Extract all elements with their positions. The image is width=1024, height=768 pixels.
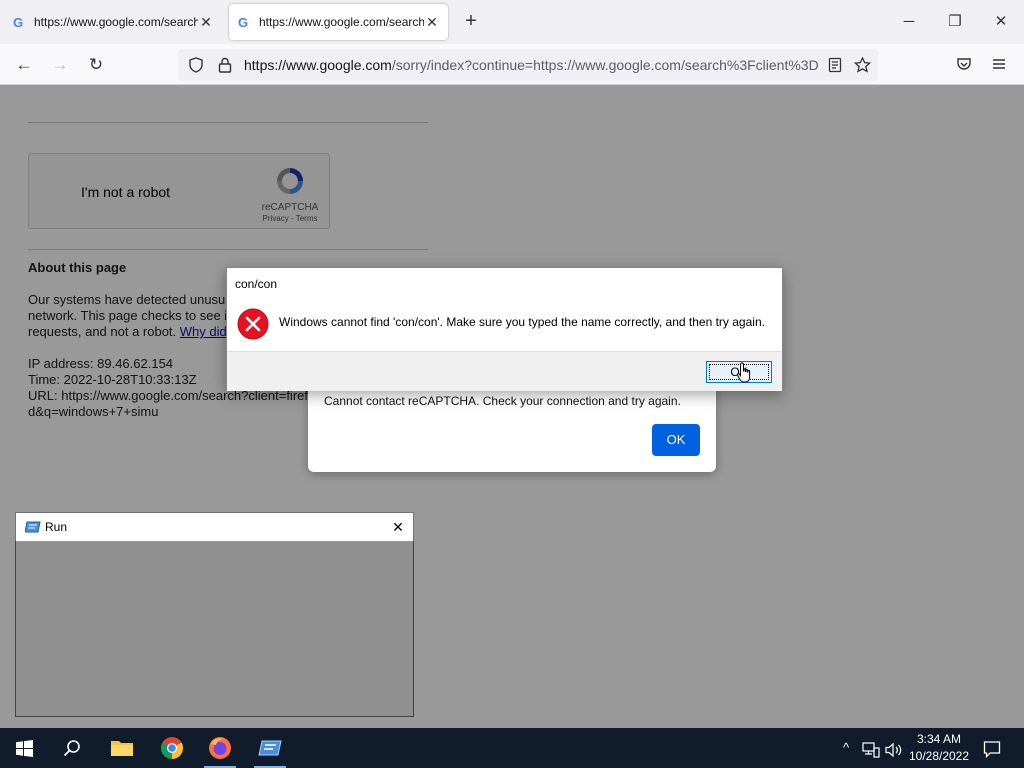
search-icon <box>63 740 80 757</box>
taskbar-firefox[interactable] <box>196 728 244 768</box>
error-dialog-footer: OK <box>227 351 782 391</box>
taskbar-run[interactable] <box>246 728 294 768</box>
recaptcha-ok-button[interactable]: OK <box>652 424 700 456</box>
recaptcha-alert-message: Cannot contact reCAPTCHA. Check your con… <box>324 394 681 408</box>
taskbar-clock[interactable]: 3:34 AM 10/28/2022 <box>900 731 978 765</box>
google-icon: G <box>13 15 23 29</box>
shield-icon[interactable] <box>188 57 204 73</box>
start-button[interactable] <box>0 728 48 768</box>
close-window-button[interactable]: ✕ <box>986 8 1016 36</box>
tab-title: https://www.google.com/search?client=fir… <box>34 15 198 29</box>
chrome-icon <box>161 737 183 759</box>
mouse-cursor-icon <box>736 362 751 383</box>
search-button[interactable] <box>48 728 96 768</box>
svg-text:G: G <box>13 15 23 29</box>
tab-title: https://www.google.com/search?client=fir… <box>259 15 424 29</box>
run-app-icon <box>258 740 282 756</box>
url-text[interactable]: https://www.google.com/sorry/index?conti… <box>244 57 818 73</box>
tab-close-icon[interactable]: ✕ <box>424 14 440 31</box>
folder-icon <box>111 741 133 756</box>
network-icon[interactable] <box>862 740 880 760</box>
back-arrow-icon[interactable]: ← <box>10 51 38 79</box>
run-close-button[interactable]: ✕ <box>387 516 409 538</box>
show-hidden-icons-chevron-icon[interactable]: ^ <box>838 738 854 758</box>
tab-google-search-2[interactable]: G https://www.google.com/search?client=f… <box>229 4 448 40</box>
windows-error-dialog: con/con Windows cannot find 'con/con'. M… <box>226 267 783 391</box>
error-x-icon <box>237 308 269 340</box>
bookmark-star-icon[interactable] <box>854 57 871 73</box>
reader-view-icon[interactable] <box>828 57 842 73</box>
navigation-bar: ← → ↻ https://www.google.com/sorry/index… <box>0 44 1024 85</box>
run-title: Run <box>45 520 68 534</box>
tab-google-search-1[interactable]: G https://www.google.com/search?client=f… <box>4 4 222 40</box>
google-icon: G <box>238 15 248 29</box>
tab-close-icon[interactable]: ✕ <box>198 14 214 31</box>
url-bar[interactable]: https://www.google.com/sorry/index?conti… <box>178 49 878 81</box>
firefox-icon <box>209 737 231 759</box>
taskbar-file-explorer[interactable] <box>98 728 146 768</box>
minimize-button[interactable]: ─ <box>894 8 924 36</box>
restore-button[interactable]: ❐ <box>940 8 970 36</box>
menu-hamburger-icon[interactable] <box>992 57 1006 71</box>
run-title-bar[interactable]: Run ✕ <box>16 513 413 542</box>
reload-icon[interactable]: ↻ <box>82 51 110 79</box>
run-dialog-overlay <box>15 541 414 717</box>
forward-arrow-icon[interactable]: → <box>46 51 74 79</box>
svg-text:G: G <box>238 15 248 29</box>
notification-center-icon[interactable] <box>983 739 1001 759</box>
error-dialog-title: con/con <box>235 277 278 291</box>
tab-bar: G https://www.google.com/search?client=f… <box>0 0 1024 44</box>
windows-logo-icon <box>15 739 33 757</box>
taskbar-chrome[interactable] <box>148 728 196 768</box>
pocket-icon[interactable] <box>956 56 972 72</box>
clock-time: 3:34 AM <box>916 732 962 746</box>
lock-icon[interactable] <box>218 57 232 73</box>
clock-date: 10/28/2022 <box>908 749 970 763</box>
run-app-icon <box>25 521 41 533</box>
error-dialog-message: Windows cannot find 'con/con'. Make sure… <box>279 315 765 329</box>
new-tab-button[interactable]: + <box>459 10 483 34</box>
taskbar: ^ 3:34 AM 10/28/2022 <box>0 728 1024 768</box>
